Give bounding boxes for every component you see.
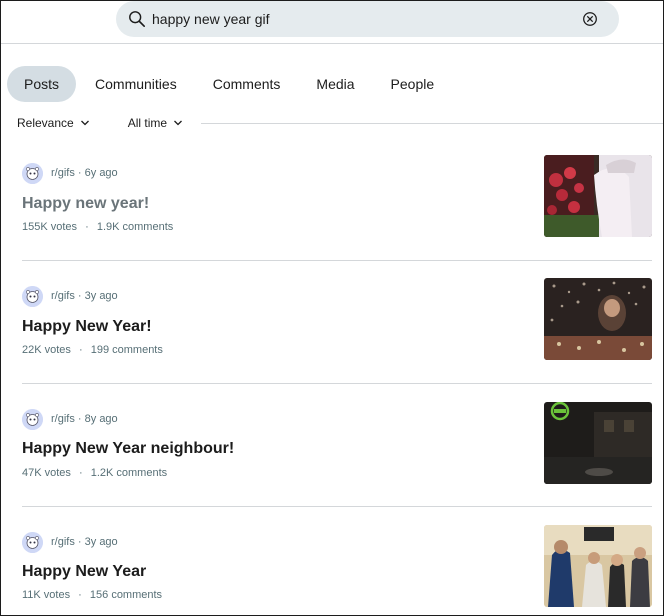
search-result-post[interactable]: r/gifs · 3y ago Happy New Year! 22K vote… [1,276,663,399]
search-result-post[interactable]: r/gifs · 3y ago Happy New Year 11K votes… [1,522,663,616]
vote-count: 155K votes [22,221,78,233]
post-title[interactable]: Happy New Year neighbour! [22,440,234,458]
time-label: All time [127,116,168,130]
stats-separator: · [78,589,82,601]
search-input[interactable] [152,7,572,31]
vote-count: 11K votes [22,589,71,601]
post-thumbnail[interactable] [544,155,652,237]
post-age: 6y ago [84,167,118,179]
community-name[interactable]: r/gifs [51,536,75,548]
result-type-tabs: Posts Communities Comments Media People [7,66,453,102]
search-icon [129,11,146,28]
meta-separator: · [77,536,82,548]
time-dropdown[interactable]: All time [128,116,183,130]
search-result-post[interactable]: r/gifs · 6y ago Happy new year! 155K vot… [1,153,663,276]
chevron-down-icon [174,120,183,126]
tab-people[interactable]: People [374,66,452,102]
post-age: 3y ago [84,290,118,302]
vote-count: 47K votes [22,467,71,479]
tab-posts[interactable]: Posts [7,66,77,102]
meta-separator: · [77,167,82,179]
comment-count: 156 comments [89,589,163,601]
post-stats: 11K votes · 156 comments [22,589,162,601]
post-stats: 47K votes · 1.2K comments [22,467,167,479]
tab-communities[interactable]: Communities [78,66,194,102]
sort-label: Relevance [17,116,74,130]
clear-search-icon[interactable] [581,10,599,28]
post-meta: r/gifs · 3y ago [51,290,118,302]
post-title[interactable]: Happy New Year [22,563,146,581]
post-thumbnail[interactable] [544,402,652,484]
meta-separator: · [77,413,82,425]
comment-count: 199 comments [90,344,163,356]
post-title[interactable]: Happy New Year! [22,318,152,336]
post-thumbnail[interactable] [544,278,652,360]
post-thumbnail[interactable] [544,525,652,607]
stats-separator: · [78,344,83,356]
search-result-post[interactable]: r/gifs · 8y ago Happy New Year neighbour… [1,399,663,522]
community-name[interactable]: r/gifs [51,413,75,425]
search-bar[interactable] [116,1,619,37]
top-bar [1,1,663,44]
post-meta: r/gifs · 3y ago [51,536,118,548]
filter-divider [201,123,663,124]
post-age: 3y ago [84,536,118,548]
vote-count: 22K votes [22,344,71,356]
post-age: 8y ago [84,413,118,425]
community-avatar[interactable] [22,163,43,184]
meta-separator: · [77,290,82,302]
post-title[interactable]: Happy new year! [22,195,149,213]
stats-separator: · [78,467,83,479]
post-divider [22,506,652,507]
tab-comments[interactable]: Comments [196,66,298,102]
comment-count: 1.2K comments [90,467,168,479]
community-avatar[interactable] [22,286,43,307]
community-avatar[interactable] [22,409,43,430]
tab-media[interactable]: Media [299,66,371,102]
community-name[interactable]: r/gifs [51,290,75,302]
comment-count: 1.9K comments [96,221,174,233]
post-stats: 22K votes · 199 comments [22,344,163,356]
sort-dropdown[interactable]: Relevance [17,116,90,130]
post-stats: 155K votes · 1.9K comments [22,221,173,233]
post-meta: r/gifs · 8y ago [51,413,118,425]
post-meta: r/gifs · 6y ago [51,167,118,179]
post-divider [22,383,652,384]
filter-bar: Relevance All time [17,113,183,133]
chevron-down-icon [80,120,89,126]
community-avatar[interactable] [22,532,43,553]
post-divider [22,260,652,261]
stats-separator: · [85,221,89,233]
community-name[interactable]: r/gifs [51,167,75,179]
